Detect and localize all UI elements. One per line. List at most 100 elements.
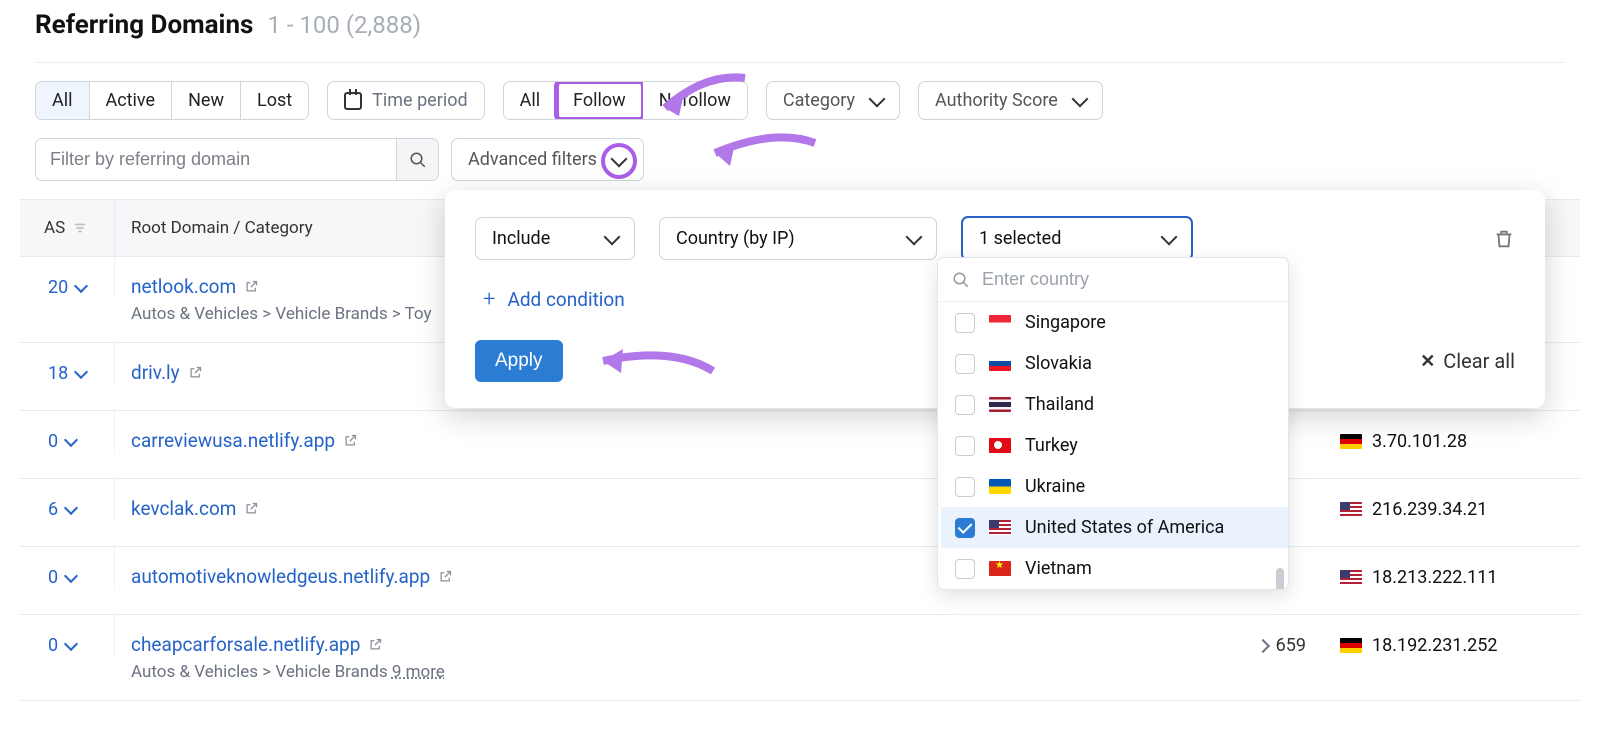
domain-filter-wrap [35, 138, 439, 181]
domain-link[interactable]: netlook.com [131, 275, 259, 298]
category-path: Autos & Vehicles > Vehicle Brands 9 more [131, 662, 1242, 682]
clear-all-button[interactable]: ✕ Clear all [1420, 349, 1515, 373]
chevron-down-icon [1161, 229, 1178, 246]
follow-tab-all[interactable]: All [504, 82, 558, 119]
domain-link[interactable]: carreviewusa.netlify.app [131, 429, 358, 452]
time-period-button[interactable]: Time period [327, 81, 484, 120]
annotation-arrow-apply [583, 341, 723, 381]
calendar-icon [344, 92, 362, 110]
delete-condition-button[interactable] [1493, 228, 1515, 250]
ip-cell: 216.239.34.21 [1340, 479, 1580, 520]
search-icon [952, 271, 970, 289]
chevron-right-icon [1256, 639, 1270, 653]
domain-link[interactable]: automotiveknowledgeus.netlify.app [131, 565, 453, 588]
country-name: Turkey [1025, 435, 1078, 456]
include-select[interactable]: Include [475, 217, 635, 260]
value-select[interactable]: 1 selected [961, 216, 1193, 261]
country-name: Ukraine [1025, 476, 1085, 497]
advanced-filters-button[interactable]: Advanced filters [451, 138, 644, 181]
as-cell[interactable]: 0 [20, 411, 115, 452]
flag-icon [989, 520, 1011, 535]
sort-icon [73, 221, 87, 235]
chevron-down-icon [610, 151, 627, 168]
status-segmented: All Active New Lost [35, 81, 309, 120]
country-search-row [938, 258, 1288, 302]
checkbox[interactable] [955, 395, 975, 415]
follow-segmented: All Follow Nofollow [503, 81, 748, 120]
follow-tab-nofollow[interactable]: Nofollow [643, 82, 747, 119]
as-cell[interactable]: 0 [20, 615, 115, 656]
metric-select[interactable]: Country (by IP) [659, 217, 937, 260]
ip-cell: 18.192.231.252 [1340, 615, 1580, 656]
authority-dropdown[interactable]: Authority Score [918, 81, 1103, 120]
external-link-icon [368, 637, 383, 652]
page-range: 1 - 100 (2,888) [267, 11, 421, 39]
flag-icon [989, 561, 1011, 576]
follow-tab-follow[interactable]: Follow [557, 82, 643, 119]
page-title: Referring Domains [35, 10, 253, 40]
checkbox[interactable] [955, 559, 975, 579]
status-tab-lost[interactable]: Lost [241, 82, 308, 119]
backlinks-count: 659 [1258, 615, 1340, 656]
category-dropdown[interactable]: Category [766, 81, 900, 120]
as-cell[interactable]: 0 [20, 547, 115, 588]
condition-row: Include Country (by IP) 1 selected [475, 216, 1515, 261]
country-option[interactable]: United States of America [938, 507, 1288, 548]
close-icon: ✕ [1420, 351, 1435, 372]
flag-icon [1340, 502, 1362, 517]
checkbox[interactable] [955, 477, 975, 497]
domain-cell: cheapcarforsale.netlify.app Autos & Vehi… [115, 615, 1258, 700]
domain-link[interactable]: kevclak.com [131, 497, 259, 520]
chevron-down-icon [64, 637, 78, 651]
country-option[interactable]: Slovakia [941, 343, 1288, 384]
chevron-down-icon [906, 229, 923, 246]
chevron-down-icon [1071, 91, 1088, 108]
chevron-down-icon [604, 229, 621, 246]
checkbox[interactable] [955, 436, 975, 456]
domain-link[interactable]: cheapcarforsale.netlify.app [131, 633, 383, 656]
chevron-down-icon [64, 501, 78, 515]
country-name: Vietnam [1025, 558, 1092, 579]
apply-button[interactable]: Apply [475, 340, 563, 382]
search-button[interactable] [396, 139, 438, 180]
external-link-icon [244, 501, 259, 516]
as-cell[interactable]: 18 [20, 343, 115, 384]
chevron-down-icon [868, 91, 885, 108]
country-option[interactable]: Ukraine [941, 466, 1288, 507]
toolbar: All Active New Lost Time period All Foll… [35, 62, 1565, 138]
country-option[interactable]: Vietnam [941, 548, 1288, 589]
flag-icon [989, 397, 1011, 412]
checkbox[interactable] [955, 518, 975, 538]
flag-icon [989, 479, 1011, 494]
checkbox[interactable] [955, 354, 975, 374]
flag-icon [1340, 434, 1362, 449]
flag-icon [1340, 570, 1362, 585]
domain-filter-input[interactable] [36, 139, 396, 180]
chevron-highlight-circle [601, 143, 637, 179]
domain-link[interactable]: driv.ly [131, 361, 203, 384]
country-name: Singapore [1025, 312, 1106, 333]
ip-cell: 18.213.222.111 [1340, 547, 1580, 588]
flag-icon [989, 438, 1011, 453]
category-label: Category [783, 90, 855, 111]
country-dropdown: Singapore Slovakia Thailand Turkey Ukraine Un… [937, 257, 1289, 590]
as-cell[interactable]: 6 [20, 479, 115, 520]
status-tab-new[interactable]: New [172, 82, 241, 119]
chevron-down-icon [74, 279, 88, 293]
table-row: 6 kevclak.com 216.239.34.21 [20, 479, 1580, 547]
authority-label: Authority Score [935, 90, 1058, 111]
country-option[interactable]: Singapore [941, 302, 1288, 343]
country-option[interactable]: Thailand [941, 384, 1288, 425]
country-option[interactable]: Turkey [941, 425, 1288, 466]
country-list[interactable]: Singapore Slovakia Thailand Turkey Ukraine Un… [938, 302, 1288, 589]
col-as[interactable]: AS [20, 200, 115, 256]
status-tab-active[interactable]: Active [90, 82, 173, 119]
flag-icon [1340, 638, 1362, 653]
scrollbar[interactable] [1276, 568, 1284, 590]
checkbox[interactable] [955, 313, 975, 333]
country-name: Slovakia [1025, 353, 1092, 374]
as-cell[interactable]: 20 [20, 257, 115, 298]
status-tab-all[interactable]: All [36, 82, 90, 119]
country-search-input[interactable] [980, 268, 1274, 291]
time-period-label: Time period [372, 90, 467, 111]
